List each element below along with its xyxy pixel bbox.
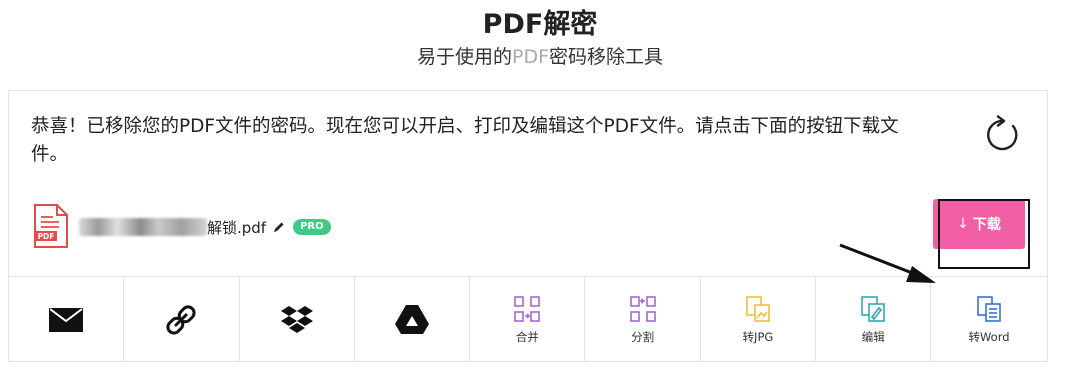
tool-to-word[interactable]: 转Word bbox=[931, 277, 1046, 362]
pdf-icon-label: PDF bbox=[38, 232, 55, 241]
email-icon bbox=[49, 307, 84, 332]
filename: 解锁.pdf bbox=[207, 218, 267, 237]
google-drive-icon bbox=[395, 304, 430, 334]
filename-wrap: 解锁.pdf PRO bbox=[79, 216, 331, 238]
tool-merge[interactable]: 合并 bbox=[470, 277, 586, 362]
tool-email[interactable] bbox=[9, 277, 125, 362]
tool-dropbox[interactable] bbox=[240, 277, 355, 362]
pro-badge: PRO bbox=[293, 219, 331, 235]
page-header: PDF解密 易于使用的PDF密码移除工具 bbox=[0, 8, 1080, 70]
to-jpg-label: 转JPG bbox=[742, 329, 774, 344]
subtitle-pdf: PDF bbox=[511, 46, 550, 68]
download-label: 下载 bbox=[972, 217, 1001, 233]
merge-label: 合并 bbox=[515, 329, 539, 344]
download-button[interactable]: ↓ 下载 bbox=[933, 199, 1025, 249]
redacted-filename bbox=[79, 218, 207, 236]
subtitle-prefix: 易于使用的 bbox=[416, 46, 512, 68]
result-card: 恭喜！已移除您的PDF文件的密码。现在您可以开启、打印及编辑这个PDF文件。请点… bbox=[8, 90, 1048, 362]
edit-icon bbox=[861, 295, 886, 322]
file-row: PDF 解锁.pdf PRO bbox=[33, 203, 633, 249]
edit-label: 编辑 bbox=[861, 329, 885, 344]
tool-edit[interactable]: 编辑 bbox=[816, 277, 932, 362]
pdf-file-icon: PDF bbox=[34, 204, 68, 248]
share-toolbar: 合并 分割 转JPG 编辑 转Word bbox=[9, 276, 1047, 362]
subtitle-suffix: 密码移除工具 bbox=[549, 46, 664, 68]
split-label: 分割 bbox=[631, 329, 655, 344]
page-subtitle: 易于使用的PDF密码移除工具 bbox=[0, 44, 1080, 70]
tool-to-jpg[interactable]: 转JPG bbox=[701, 277, 817, 362]
success-message: 恭喜！已移除您的PDF文件的密码。现在您可以开启、打印及编辑这个PDF文件。请点… bbox=[31, 116, 899, 165]
merge-icon bbox=[514, 295, 541, 322]
link-icon bbox=[166, 304, 197, 335]
to-word-icon bbox=[977, 295, 1001, 322]
refresh-icon[interactable] bbox=[983, 115, 1023, 155]
pencil-icon[interactable] bbox=[273, 221, 285, 233]
to-word-label: 转Word bbox=[968, 329, 1010, 344]
tool-split[interactable]: 分割 bbox=[585, 277, 701, 362]
download-arrow-icon: ↓ bbox=[957, 216, 969, 232]
dropbox-icon bbox=[280, 305, 313, 333]
tool-google-drive[interactable] bbox=[355, 277, 471, 362]
to-jpg-icon bbox=[746, 295, 770, 322]
tool-link[interactable] bbox=[124, 277, 240, 362]
split-icon bbox=[629, 295, 656, 322]
page-title: PDF解密 bbox=[482, 9, 598, 40]
